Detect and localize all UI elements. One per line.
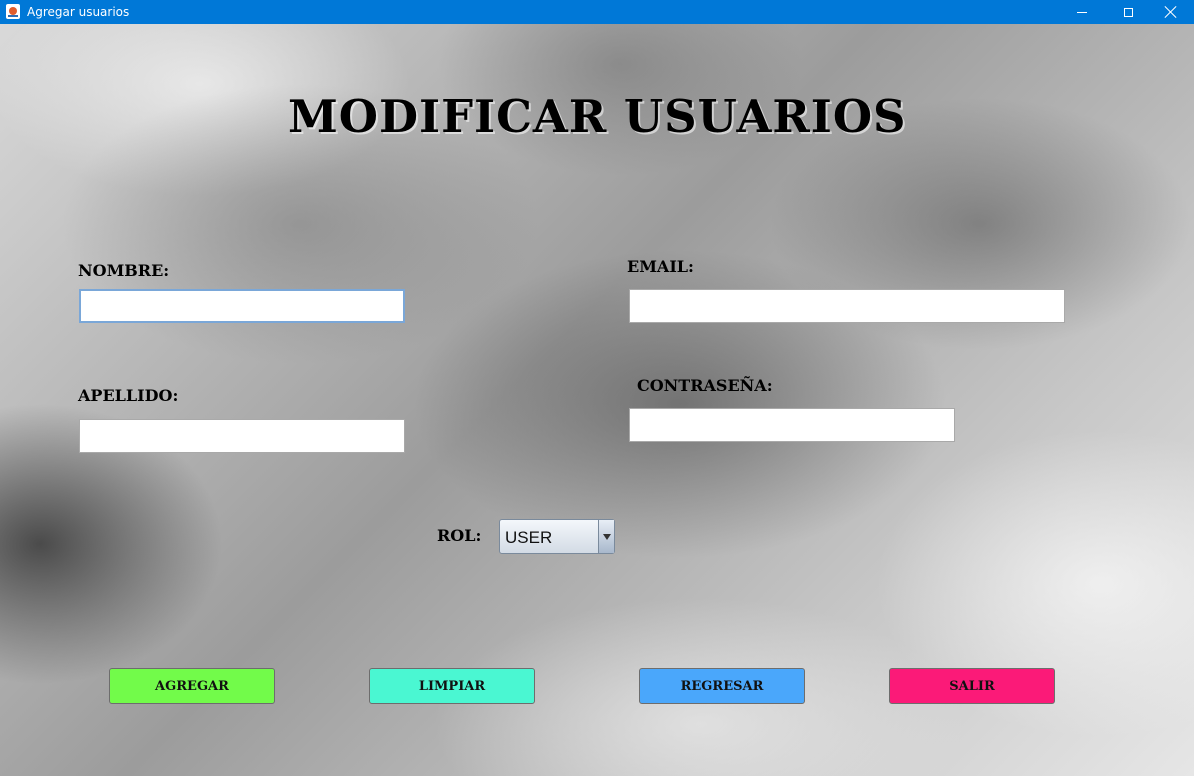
nombre-label: NOMBRE: (78, 261, 170, 280)
email-field[interactable] (629, 289, 1065, 323)
rol-label: ROL: (437, 526, 482, 545)
maximize-icon (1123, 7, 1133, 17)
dropdown-arrow-button[interactable] (598, 520, 614, 553)
close-button[interactable] (1148, 0, 1194, 24)
close-icon (1165, 6, 1177, 18)
salir-button[interactable]: SALIR (889, 668, 1055, 704)
minimize-icon (1077, 11, 1087, 13)
window-title: Agregar usuarios (27, 5, 130, 19)
rol-dropdown[interactable]: USER (499, 519, 615, 554)
minimize-button[interactable] (1059, 0, 1105, 24)
contrasena-label: CONTRASEÑA: (637, 376, 773, 395)
regresar-button[interactable]: REGRESAR (639, 668, 805, 704)
title-bar[interactable]: Agregar usuarios (0, 0, 1194, 24)
limpiar-button[interactable]: LIMPIAR (369, 668, 535, 704)
email-label: EMAIL: (627, 257, 694, 276)
java-app-icon (6, 4, 20, 19)
password-field[interactable] (629, 408, 955, 442)
page-title: MODIFICAR USUARIOS (288, 90, 907, 143)
maximize-button[interactable] (1105, 0, 1151, 24)
chevron-down-icon (602, 533, 611, 540)
agregar-button[interactable]: AGREGAR (109, 668, 275, 704)
form-panel: MODIFICAR USUARIOS NOMBRE: EMAIL: APELLI… (0, 24, 1194, 776)
rol-selected-value: USER (505, 528, 553, 547)
nombre-field[interactable] (79, 289, 405, 323)
apellido-field[interactable] (79, 419, 405, 453)
apellido-label: APELLIDO: (78, 386, 179, 405)
